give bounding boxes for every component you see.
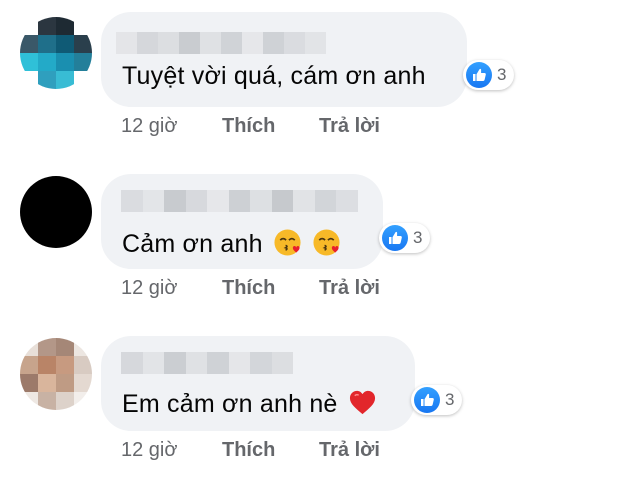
kissing-face-with-heart-emoji bbox=[313, 229, 340, 256]
reaction-summary[interactable]: 3 bbox=[411, 385, 463, 415]
reaction-count: 3 bbox=[413, 228, 423, 247]
like-icon bbox=[382, 225, 408, 251]
reaction-count: 3 bbox=[497, 65, 507, 84]
comment-timestamp[interactable]: 12 giờ bbox=[121, 115, 177, 138]
author-name-blurred[interactable] bbox=[121, 190, 359, 212]
comment-timestamp[interactable]: 12 giờ bbox=[121, 277, 177, 300]
comment-text-content: Cảm ơn anh bbox=[122, 230, 263, 258]
like-icon bbox=[466, 62, 492, 88]
avatar[interactable] bbox=[20, 338, 92, 410]
avatar[interactable] bbox=[20, 17, 92, 89]
reply-link[interactable]: Trả lời bbox=[319, 439, 380, 462]
comment-text-content: Em cảm ơn anh nè bbox=[122, 390, 338, 418]
comment-text: Cảm ơn anh bbox=[122, 228, 341, 259]
comment-bubble: Cảm ơn anh bbox=[101, 174, 383, 269]
reaction-count: 3 bbox=[445, 390, 455, 409]
author-name-blurred[interactable] bbox=[116, 32, 326, 54]
avatar[interactable] bbox=[20, 176, 92, 248]
comment-bubble: Tuyệt vời quá, cám ơn anh bbox=[101, 12, 467, 107]
author-name-blurred[interactable] bbox=[121, 352, 293, 374]
like-link[interactable]: Thích bbox=[222, 115, 275, 138]
avatar-pixelated-image bbox=[20, 338, 92, 410]
comment-bubble: Em cảm ơn anh nè bbox=[101, 336, 415, 431]
comment-text: Tuyệt vời quá, cám ơn anh bbox=[122, 62, 426, 91]
red-heart-emoji bbox=[349, 390, 375, 415]
like-icon bbox=[414, 387, 440, 413]
reply-link[interactable]: Trả lời bbox=[319, 115, 380, 138]
comment-text: Em cảm ơn anh nè bbox=[122, 388, 377, 419]
comment-timestamp[interactable]: 12 giờ bbox=[121, 439, 177, 462]
comment-text-content: Tuyệt vời quá, cám ơn anh bbox=[122, 62, 426, 90]
reaction-summary[interactable]: 3 bbox=[379, 223, 431, 253]
like-link[interactable]: Thích bbox=[222, 277, 275, 300]
reaction-summary[interactable]: 3 bbox=[463, 60, 515, 90]
reply-link[interactable]: Trả lời bbox=[319, 277, 380, 300]
kissing-face-with-heart-emoji bbox=[274, 229, 301, 256]
avatar-pixelated-image bbox=[20, 17, 92, 89]
like-link[interactable]: Thích bbox=[222, 439, 275, 462]
